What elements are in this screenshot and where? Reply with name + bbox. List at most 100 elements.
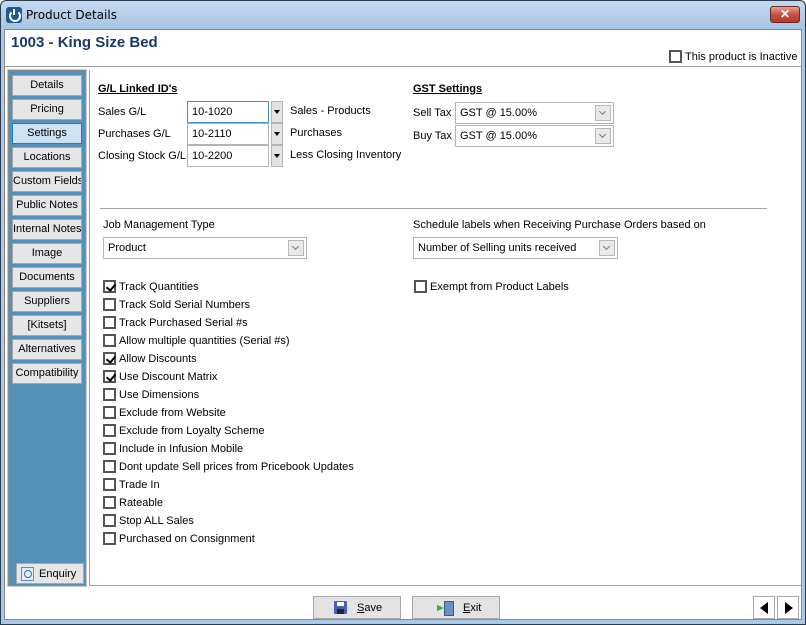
closing-stock-gl-label: Closing Stock G/L <box>98 150 187 162</box>
chevron-down-icon[interactable] <box>599 240 615 256</box>
sidebar-item-documents[interactable]: Documents <box>12 267 82 288</box>
use-dimensions-label: Use Dimensions <box>119 388 200 401</box>
checkbox-box[interactable] <box>103 424 116 437</box>
sidebar-item-custom-fields[interactable]: Custom Fields <box>12 171 82 192</box>
sidebar-item-internal-notes[interactable]: Internal Notes <box>12 219 82 240</box>
trade-in-label: Trade In <box>119 478 160 491</box>
checkbox-box[interactable] <box>103 496 116 509</box>
magnifier-document-icon <box>21 566 34 581</box>
inactive-checkbox[interactable]: This product is Inactive <box>669 50 798 63</box>
exclude-from-loyalty-scheme-label: Exclude from Loyalty Scheme <box>119 424 265 437</box>
trade-in-checkbox[interactable]: Trade In <box>103 478 160 491</box>
sidebar-item-public-notes[interactable]: Public Notes <box>12 195 82 216</box>
checkbox-box[interactable] <box>414 280 427 293</box>
checkbox-box[interactable] <box>103 298 116 311</box>
buy-tax-select[interactable]: GST @ 15.00% <box>455 125 614 147</box>
sales-gl-label: Sales G/L <box>98 106 147 118</box>
sales-gl-dropdown-button[interactable] <box>271 101 283 123</box>
allow-multiple-quantities-serial-s-checkbox[interactable]: Allow multiple quantities (Serial #s) <box>103 334 290 347</box>
job-management-select[interactable]: Product <box>103 237 307 259</box>
sell-tax-select[interactable]: GST @ 15.00% <box>455 102 614 124</box>
sales-gl-description: Sales - Products <box>290 105 371 117</box>
checkbox-box[interactable] <box>103 316 116 329</box>
track-purchased-serial-s-label: Track Purchased Serial #s <box>119 316 248 329</box>
exit-button[interactable]: Exit <box>412 596 500 619</box>
sidebar-item-kitsets[interactable]: [Kitsets] <box>12 315 82 336</box>
exempt-product-labels-checkbox[interactable]: Exempt from Product Labels <box>414 280 569 293</box>
exempt-product-labels-label: Exempt from Product Labels <box>430 280 569 293</box>
chevron-down-icon[interactable] <box>595 105 611 121</box>
checkbox-box[interactable] <box>669 50 682 63</box>
close-icon: ✕ <box>779 7 791 21</box>
chevron-down-icon[interactable] <box>595 128 611 144</box>
checkbox-box[interactable] <box>103 460 116 473</box>
checkbox-box[interactable] <box>103 388 116 401</box>
sidebar-item-compatibility[interactable]: Compatibility <box>12 363 82 384</box>
checkbox-box[interactable] <box>103 334 116 347</box>
checkbox-box[interactable] <box>103 514 116 527</box>
sales-gl-input[interactable]: 10-1020 <box>187 101 269 123</box>
use-dimensions-checkbox[interactable]: Use Dimensions <box>103 388 199 401</box>
stop-all-sales-label: Stop ALL Sales <box>119 514 194 527</box>
checkbox-box[interactable] <box>103 442 116 455</box>
stop-all-sales-checkbox[interactable]: Stop ALL Sales <box>103 514 194 527</box>
settings-panel: G/L Linked ID's Sales G/L 10-1020 Sales … <box>89 70 801 586</box>
chevron-down-icon[interactable] <box>288 240 304 256</box>
track-sold-serial-numbers-checkbox[interactable]: Track Sold Serial Numbers <box>103 298 250 311</box>
buy-tax-value: GST @ 15.00% <box>460 130 537 142</box>
sidebar-item-details[interactable]: Details <box>12 75 82 96</box>
dont-update-sell-prices-from-pricebook-updates-label: Dont update Sell prices from Pricebook U… <box>119 460 354 473</box>
dont-update-sell-prices-from-pricebook-updates-checkbox[interactable]: Dont update Sell prices from Pricebook U… <box>103 460 354 473</box>
track-purchased-serial-s-checkbox[interactable]: Track Purchased Serial #s <box>103 316 248 329</box>
use-discount-matrix-label: Use Discount Matrix <box>119 370 218 383</box>
sidebar-item-pricing[interactable]: Pricing <box>12 99 82 120</box>
buy-tax-label: Buy Tax <box>413 130 452 142</box>
enquiry-label: Enquiry <box>39 567 77 580</box>
checkbox-box[interactable] <box>103 280 116 293</box>
sidebar-item-settings[interactable]: Settings <box>12 123 82 144</box>
purchases-gl-dropdown-button[interactable] <box>271 123 283 145</box>
sidebar-item-suppliers[interactable]: Suppliers <box>12 291 82 312</box>
closing-stock-gl-description: Less Closing Inventory <box>290 149 402 161</box>
exclude-from-loyalty-scheme-checkbox[interactable]: Exclude from Loyalty Scheme <box>103 424 265 437</box>
checkbox-box[interactable] <box>103 532 116 545</box>
closing-stock-gl-input[interactable]: 10-2200 <box>187 145 269 167</box>
schedule-labels-label: Schedule labels when Receiving Purchase … <box>413 219 706 231</box>
purchases-gl-description: Purchases <box>290 127 342 139</box>
sidebar-item-locations[interactable]: Locations <box>12 147 82 168</box>
enquiry-button[interactable]: Enquiry <box>16 563 84 584</box>
rateable-checkbox[interactable]: Rateable <box>103 496 163 509</box>
close-button[interactable]: ✕ <box>770 6 800 23</box>
sidebar: Details Pricing Settings Locations Custo… <box>7 69 87 587</box>
sidebar-item-image[interactable]: Image <box>12 243 82 264</box>
section-divider <box>100 208 767 209</box>
exit-door-icon <box>437 601 454 616</box>
track-quantities-checkbox[interactable]: Track Quantities <box>103 280 199 293</box>
closing-stock-gl-dropdown-button[interactable] <box>271 145 283 167</box>
inactive-label: This product is Inactive <box>685 50 798 63</box>
checkbox-box[interactable] <box>103 478 116 491</box>
save-button[interactable]: Save <box>313 596 401 619</box>
gl-section-title: G/L Linked ID's <box>98 83 178 95</box>
purchased-on-consignment-checkbox[interactable]: Purchased on Consignment <box>103 532 255 545</box>
allow-discounts-checkbox[interactable]: Allow Discounts <box>103 352 197 365</box>
floppy-disk-icon <box>334 601 347 614</box>
purchases-gl-label: Purchases G/L <box>98 128 171 140</box>
sidebar-item-alternatives[interactable]: Alternatives <box>12 339 82 360</box>
exclude-from-website-label: Exclude from Website <box>119 406 226 419</box>
include-in-infusion-mobile-checkbox[interactable]: Include in Infusion Mobile <box>103 442 243 455</box>
track-quantities-label: Track Quantities <box>119 280 199 293</box>
power-app-icon <box>6 7 22 23</box>
title-bar[interactable]: Product Details ✕ <box>1 1 805 29</box>
purchases-gl-input[interactable]: 10-2110 <box>187 123 269 145</box>
window-title: Product Details <box>26 8 117 22</box>
exclude-from-website-checkbox[interactable]: Exclude from Website <box>103 406 226 419</box>
next-record-button[interactable] <box>777 596 799 619</box>
rateable-label: Rateable <box>119 496 164 509</box>
use-discount-matrix-checkbox[interactable]: Use Discount Matrix <box>103 370 217 383</box>
previous-record-button[interactable] <box>753 596 775 619</box>
schedule-labels-select[interactable]: Number of Selling units received <box>413 237 618 259</box>
checkbox-box[interactable] <box>103 352 116 365</box>
checkbox-box[interactable] <box>103 406 116 419</box>
checkbox-box[interactable] <box>103 370 116 383</box>
